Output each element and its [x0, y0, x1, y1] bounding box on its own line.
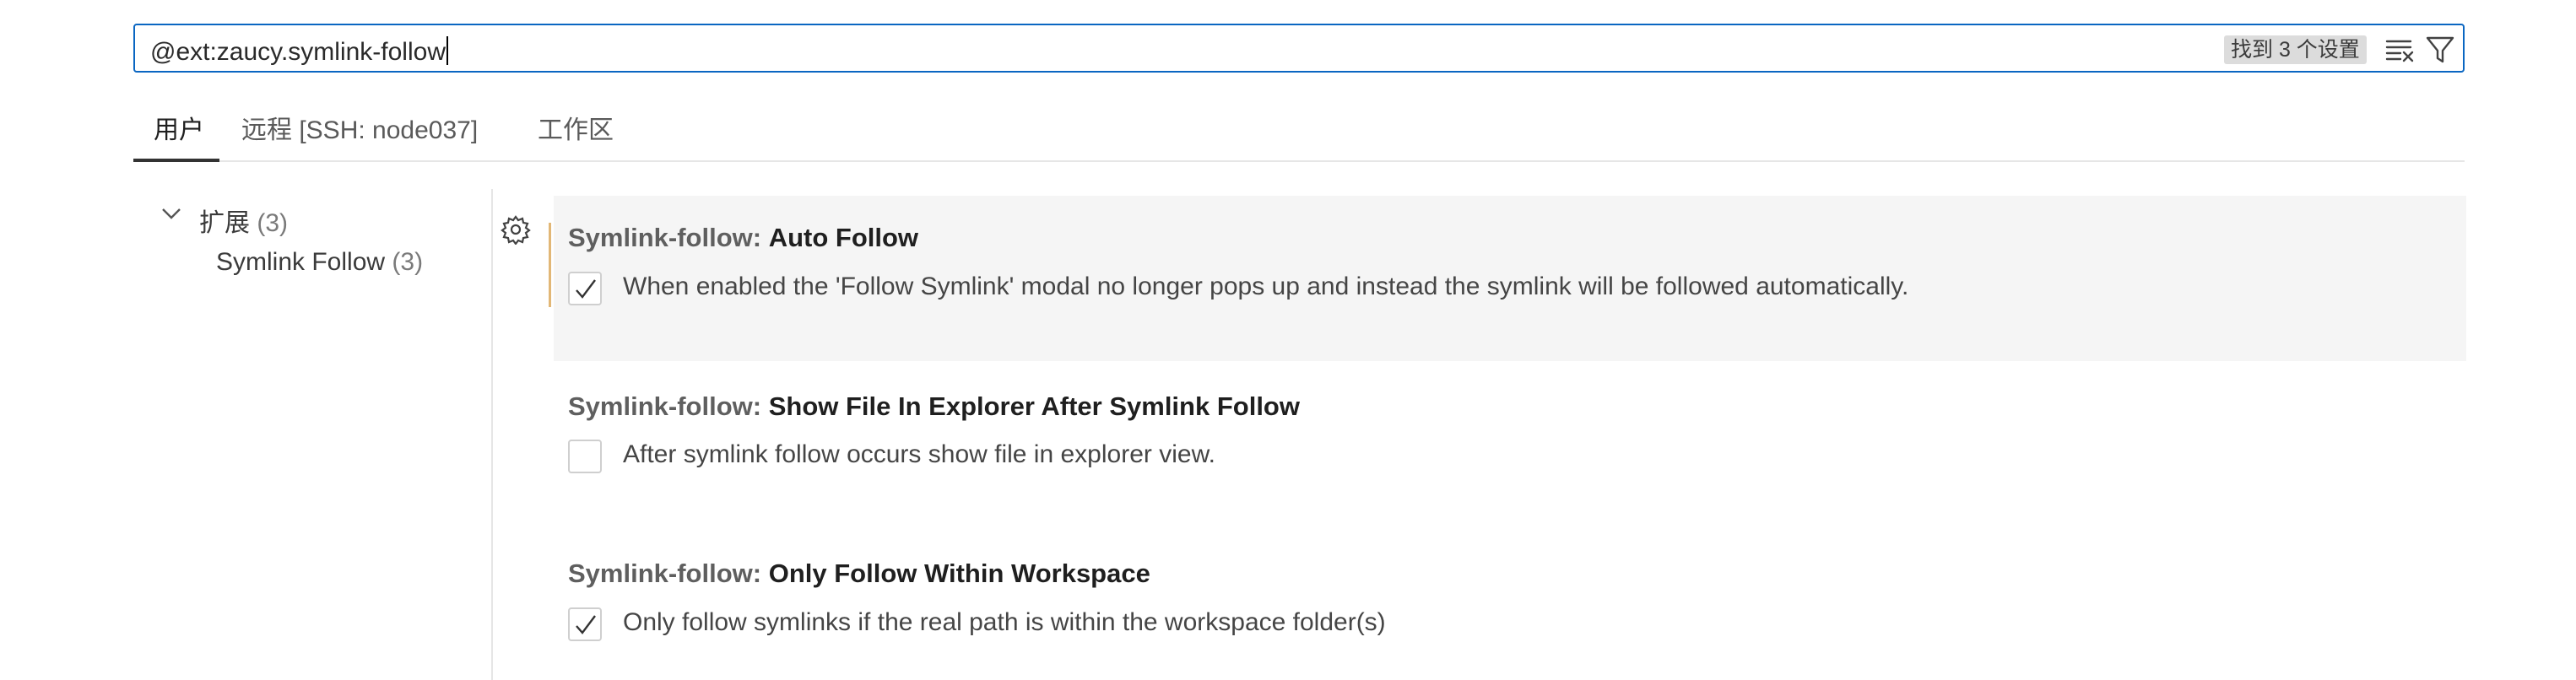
gear-icon[interactable] [501, 214, 531, 246]
tab-remote[interactable]: 远程 [SSH: node037] [241, 110, 478, 164]
tree-group-label: 扩展 [199, 209, 250, 237]
setting-category: Symlink-follow: [568, 391, 762, 421]
setting-category: Symlink-follow: [568, 223, 762, 252]
check-icon [576, 615, 596, 634]
pane-divider [491, 189, 493, 680]
search-input[interactable]: @ext:zaucy.symlink-follow [150, 36, 448, 67]
setting-description: When enabled the 'Follow Symlink' modal … [623, 273, 1909, 300]
modified-indicator [549, 223, 551, 307]
only-follow-within-workspace-checkbox[interactable] [568, 607, 602, 641]
tree-item-label: Symlink Follow [216, 248, 386, 276]
tab-workspace[interactable]: 工作区 [538, 110, 614, 164]
result-count-badge: 找到 3 个设置 [2224, 35, 2367, 64]
filter-icon[interactable] [2424, 34, 2456, 66]
setting-description: Only follow symlinks if the real path is… [623, 608, 1386, 636]
text-caret [446, 36, 448, 65]
setting-title: Symlink-follow: Auto Follow [568, 223, 918, 253]
tab-user[interactable]: 用户 [154, 110, 204, 164]
setting-description: After symlink follow occurs show file in… [623, 440, 1215, 468]
show-file-in-explorer-checkbox[interactable] [568, 440, 602, 473]
setting-category: Symlink-follow: [568, 559, 762, 588]
setting-name: Only Follow Within Workspace [768, 559, 1150, 588]
tabs-divider [133, 160, 2465, 162]
setting-name: Show File In Explorer After Symlink Foll… [768, 391, 1300, 421]
check-icon [576, 279, 596, 299]
setting-name: Auto Follow [768, 223, 919, 252]
auto-follow-checkbox[interactable] [568, 272, 602, 305]
setting-title: Symlink-follow: Only Follow Within Works… [568, 559, 1150, 589]
tree-item-symlink-follow[interactable]: Symlink Follow (3) [216, 248, 423, 277]
chevron-down-icon[interactable] [160, 202, 182, 224]
tree-group-extensions[interactable]: 扩展 (3) [199, 202, 288, 239]
setting-title: Symlink-follow: Show File In Explorer Af… [568, 391, 1300, 422]
active-tab-indicator [133, 159, 219, 162]
clear-all-icon[interactable] [2385, 35, 2417, 64]
settings-search-box[interactable]: @ext:zaucy.symlink-follow 找到 3 个设置 [133, 24, 2465, 73]
tree-group-count: (3) [257, 209, 289, 237]
tree-item-count: (3) [392, 248, 424, 276]
